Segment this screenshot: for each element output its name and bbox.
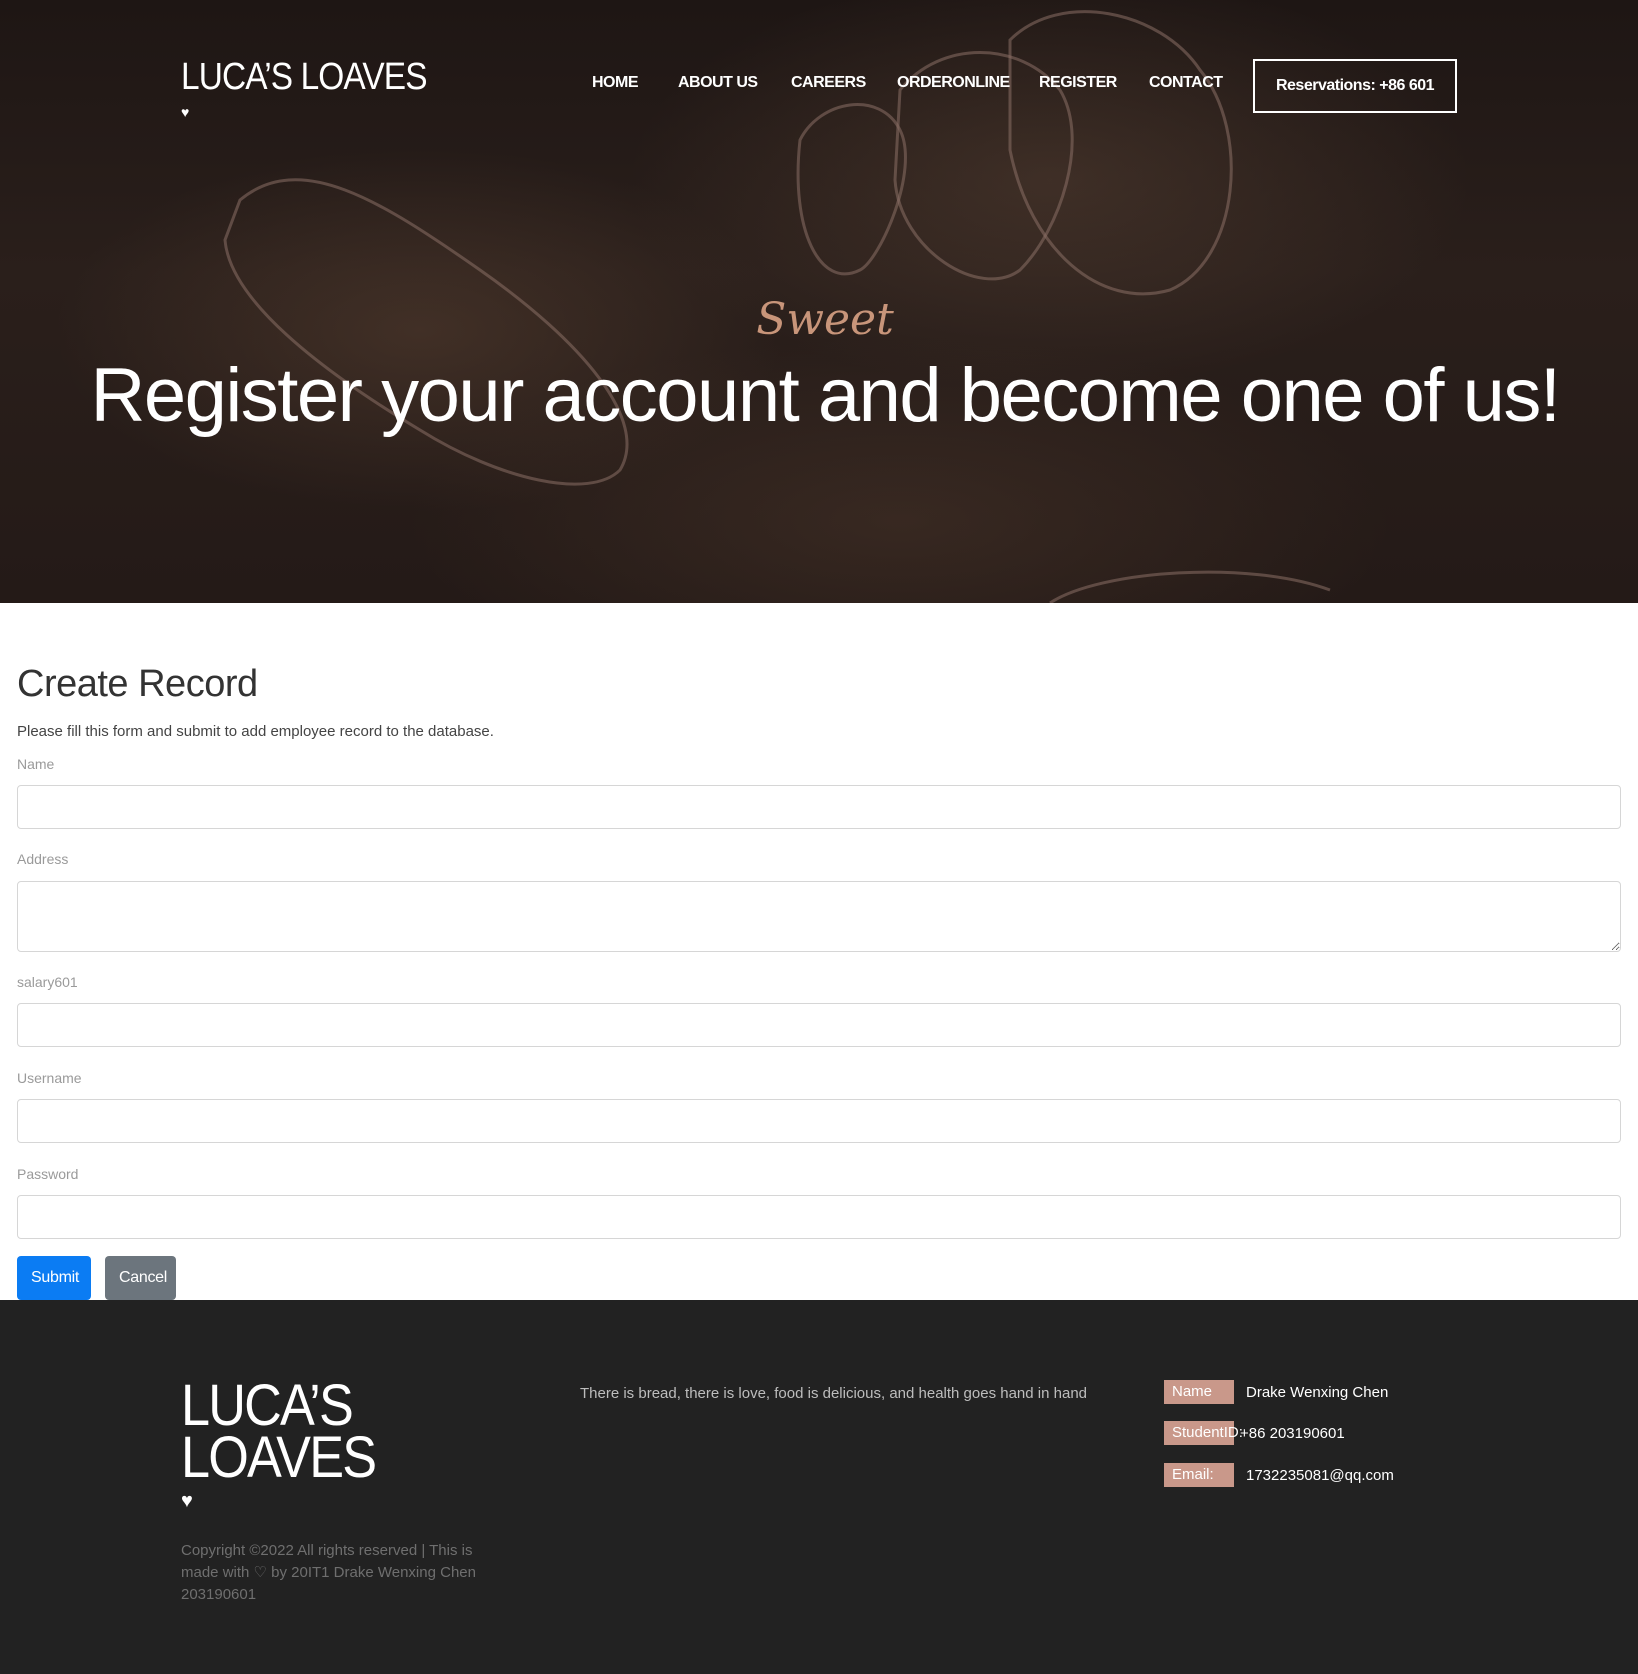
footer-logo-line2: LOAVES: [181, 1425, 377, 1490]
nav-contact[interactable]: CONTACT: [1149, 74, 1223, 92]
site-logo[interactable]: LUCA’S LOAVES: [181, 56, 428, 98]
nav-order-online[interactable]: ORDERONLINE: [897, 74, 1010, 92]
info-row-student-id: StudentID: +86 203190601: [1164, 1421, 1345, 1445]
password-input[interactable]: [17, 1195, 1621, 1239]
hero-script-word: Sweet: [756, 294, 894, 345]
address-label: Address: [17, 851, 69, 867]
form-description: Please fill this form and submit to add …: [17, 723, 494, 740]
username-label: Username: [17, 1070, 82, 1086]
hero-headline: Register your account and become one of …: [90, 353, 1561, 438]
site-footer: LUCA’S LOAVES ♥ Copyright ©2022 All righ…: [0, 1300, 1638, 1674]
info-badge-name: Name: [1164, 1380, 1234, 1404]
footer-logo: LUCA’S LOAVES: [181, 1377, 377, 1490]
name-label: Name: [17, 756, 55, 772]
reservations-button[interactable]: Reservations: +86 601: [1253, 59, 1457, 113]
nav-careers[interactable]: CAREERS: [791, 74, 866, 92]
nav-register[interactable]: REGISTER: [1039, 74, 1117, 92]
heart-icon: ♥: [181, 1490, 193, 1512]
salary-label: salary601: [17, 974, 78, 990]
info-value-email[interactable]: 1732235081@qq.com: [1246, 1467, 1394, 1484]
info-badge-student-id: StudentID:: [1164, 1421, 1243, 1445]
nav-home[interactable]: HOME: [592, 74, 639, 92]
password-label: Password: [17, 1166, 79, 1182]
info-value-student-id: +86 203190601: [1240, 1424, 1345, 1442]
username-input[interactable]: [17, 1099, 1621, 1143]
hero-banner: LUCA’S LOAVES ♥ HOME ABOUT US CAREERS OR…: [0, 0, 1638, 603]
submit-button[interactable]: Submit: [17, 1256, 91, 1300]
info-row-email: Email: 1732235081@qq.com: [1164, 1463, 1394, 1487]
address-textarea[interactable]: [17, 881, 1621, 952]
copyright-text: Copyright ©2022 All rights reserved | Th…: [181, 1542, 476, 1603]
info-badge-email: Email:: [1164, 1463, 1234, 1487]
cancel-button[interactable]: Cancel: [105, 1256, 176, 1300]
nav-about-us[interactable]: ABOUT US: [678, 74, 758, 92]
name-input[interactable]: [17, 785, 1621, 829]
info-value-name: Drake Wenxing Chen: [1246, 1383, 1389, 1401]
heart-icon: ♥: [181, 104, 190, 120]
form-title: Create Record: [17, 663, 258, 705]
footer-tagline: There is bread, there is love, food is d…: [580, 1385, 1087, 1402]
salary-input[interactable]: [17, 1003, 1621, 1047]
info-row-name: Name Drake Wenxing Chen: [1164, 1380, 1388, 1404]
